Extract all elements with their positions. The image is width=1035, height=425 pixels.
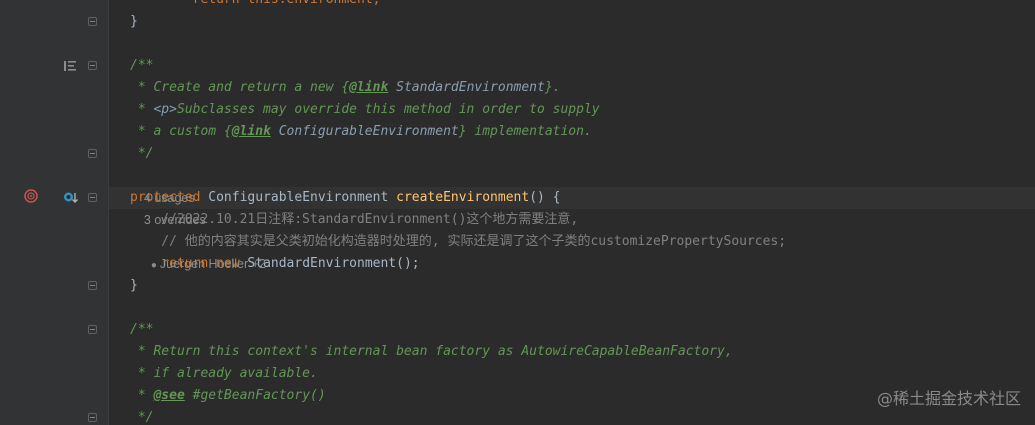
- code-token: createEnvironment: [396, 190, 530, 205]
- code-line[interactable]: 336}: [0, 275, 1035, 297]
- code-text[interactable]: }: [130, 11, 138, 33]
- code-line[interactable]: 325}: [0, 11, 1035, 33]
- code-token: @link: [231, 124, 271, 139]
- overridden-method-icon[interactable]: [63, 191, 79, 205]
- code-text[interactable]: // 他的内容其实是父类初始化构造器时处理的, 实际还是调了这个子类的custo…: [130, 231, 786, 253]
- code-token: */: [130, 410, 154, 425]
- code-token: */: [130, 146, 154, 161]
- fold-toggle-icon[interactable]: [88, 281, 97, 290]
- code-token: * Return this context's internal bean fa…: [130, 344, 733, 359]
- code-line[interactable]: 331 */: [0, 143, 1035, 165]
- breakpoint-icon[interactable]: [24, 189, 38, 203]
- code-line[interactable]: 324 return this.environment;: [0, 0, 1035, 11]
- code-text[interactable]: * @see #getBeanFactory(): [130, 385, 326, 407]
- code-vision-hints[interactable]: 4 usages 3 overrides ● Juergen Hoeller +2: [130, 165, 274, 271]
- code-token: }: [130, 14, 138, 29]
- code-token: }.: [544, 80, 561, 95]
- author-label: Juergen Hoeller +2: [159, 257, 266, 271]
- code-line[interactable]: 338/**: [0, 319, 1035, 341]
- code-line[interactable]: 326: [0, 33, 1035, 55]
- code-text[interactable]: */: [130, 143, 154, 165]
- watermark: @稀土掘金技术社区: [876, 389, 1021, 408]
- code-token: @link: [349, 80, 389, 95]
- code-token: () {: [529, 190, 561, 205]
- usages-hint[interactable]: 4 usages: [144, 191, 195, 205]
- code-token: ConfigurableEnvironment: [200, 190, 397, 205]
- code-token: /**: [130, 322, 154, 337]
- code-token: *: [130, 102, 154, 117]
- code-token: /**: [130, 58, 154, 73]
- person-icon: ●: [150, 260, 157, 271]
- code-line[interactable]: 334 // 他的内容其实是父类初始化构造器时处理的, 实际还是调了这个子类的c…: [0, 231, 1035, 253]
- fold-toggle-icon[interactable]: [88, 149, 97, 158]
- code-token: * if already available.: [130, 366, 318, 381]
- code-line[interactable]: 330 * a custom {@link ConfigurableEnviro…: [0, 121, 1035, 143]
- code-text[interactable]: * <p>Subclasses may override this method…: [130, 99, 600, 121]
- fold-toggle-icon[interactable]: [88, 61, 97, 70]
- code-token: * Create and return a new: [130, 80, 342, 95]
- code-text[interactable]: */: [130, 407, 154, 425]
- code-line[interactable]: 339 * Return this context's internal bea…: [0, 341, 1035, 363]
- fold-toggle-icon[interactable]: [88, 413, 97, 422]
- code-token: return: [193, 0, 240, 7]
- code-token: #getBeanFactory(): [184, 388, 326, 403]
- code-line[interactable]: 337: [0, 297, 1035, 319]
- code-token: Subclasses may override this method in o…: [176, 102, 600, 117]
- code-line[interactable]: 327/**: [0, 55, 1035, 77]
- fold-toggle-icon[interactable]: [88, 325, 97, 334]
- code-editor[interactable]: 324 return this.environment;325}326327/*…: [0, 0, 1035, 425]
- code-token: @see: [153, 388, 185, 403]
- fold-toggle-icon[interactable]: [88, 17, 97, 26]
- code-token: *: [130, 388, 154, 403]
- code-text[interactable]: /**: [130, 319, 153, 341]
- rendered-doc-toggle-icon[interactable]: [63, 60, 77, 72]
- code-line[interactable]: 342 */: [0, 407, 1035, 425]
- code-line[interactable]: 329 * <p>Subclasses may override this me…: [0, 99, 1035, 121]
- code-line[interactable]: 340 * if already available.: [0, 363, 1035, 385]
- code-token: StandardEnvironment: [388, 80, 545, 95]
- code-token: } implementation.: [458, 124, 592, 139]
- code-token: .environment;: [279, 0, 381, 7]
- code-line[interactable]: 328 * Create and return a new {@link Sta…: [0, 77, 1035, 99]
- code-token: {: [341, 80, 350, 95]
- code-text[interactable]: * Create and return a new {@link Standar…: [130, 77, 561, 99]
- code-token: {: [223, 124, 232, 139]
- code-token: this: [247, 0, 278, 7]
- code-text[interactable]: /**: [130, 55, 153, 77]
- code-token: <p>: [153, 102, 177, 117]
- overrides-hint[interactable]: 3 overrides: [144, 213, 206, 227]
- code-token: ConfigurableEnvironment: [270, 124, 459, 139]
- code-text[interactable]: * if already available.: [130, 363, 318, 385]
- code-text[interactable]: return this.environment;: [130, 0, 381, 11]
- code-token: // 他的内容其实是父类初始化构造器时处理的, 实际还是调了这个子类的custo…: [130, 234, 787, 249]
- code-text[interactable]: * Return this context's internal bean fa…: [130, 341, 733, 363]
- fold-toggle-icon[interactable]: [88, 193, 97, 202]
- code-text[interactable]: * a custom {@link ConfigurableEnvironmen…: [130, 121, 592, 143]
- code-token: * a custom: [130, 124, 224, 139]
